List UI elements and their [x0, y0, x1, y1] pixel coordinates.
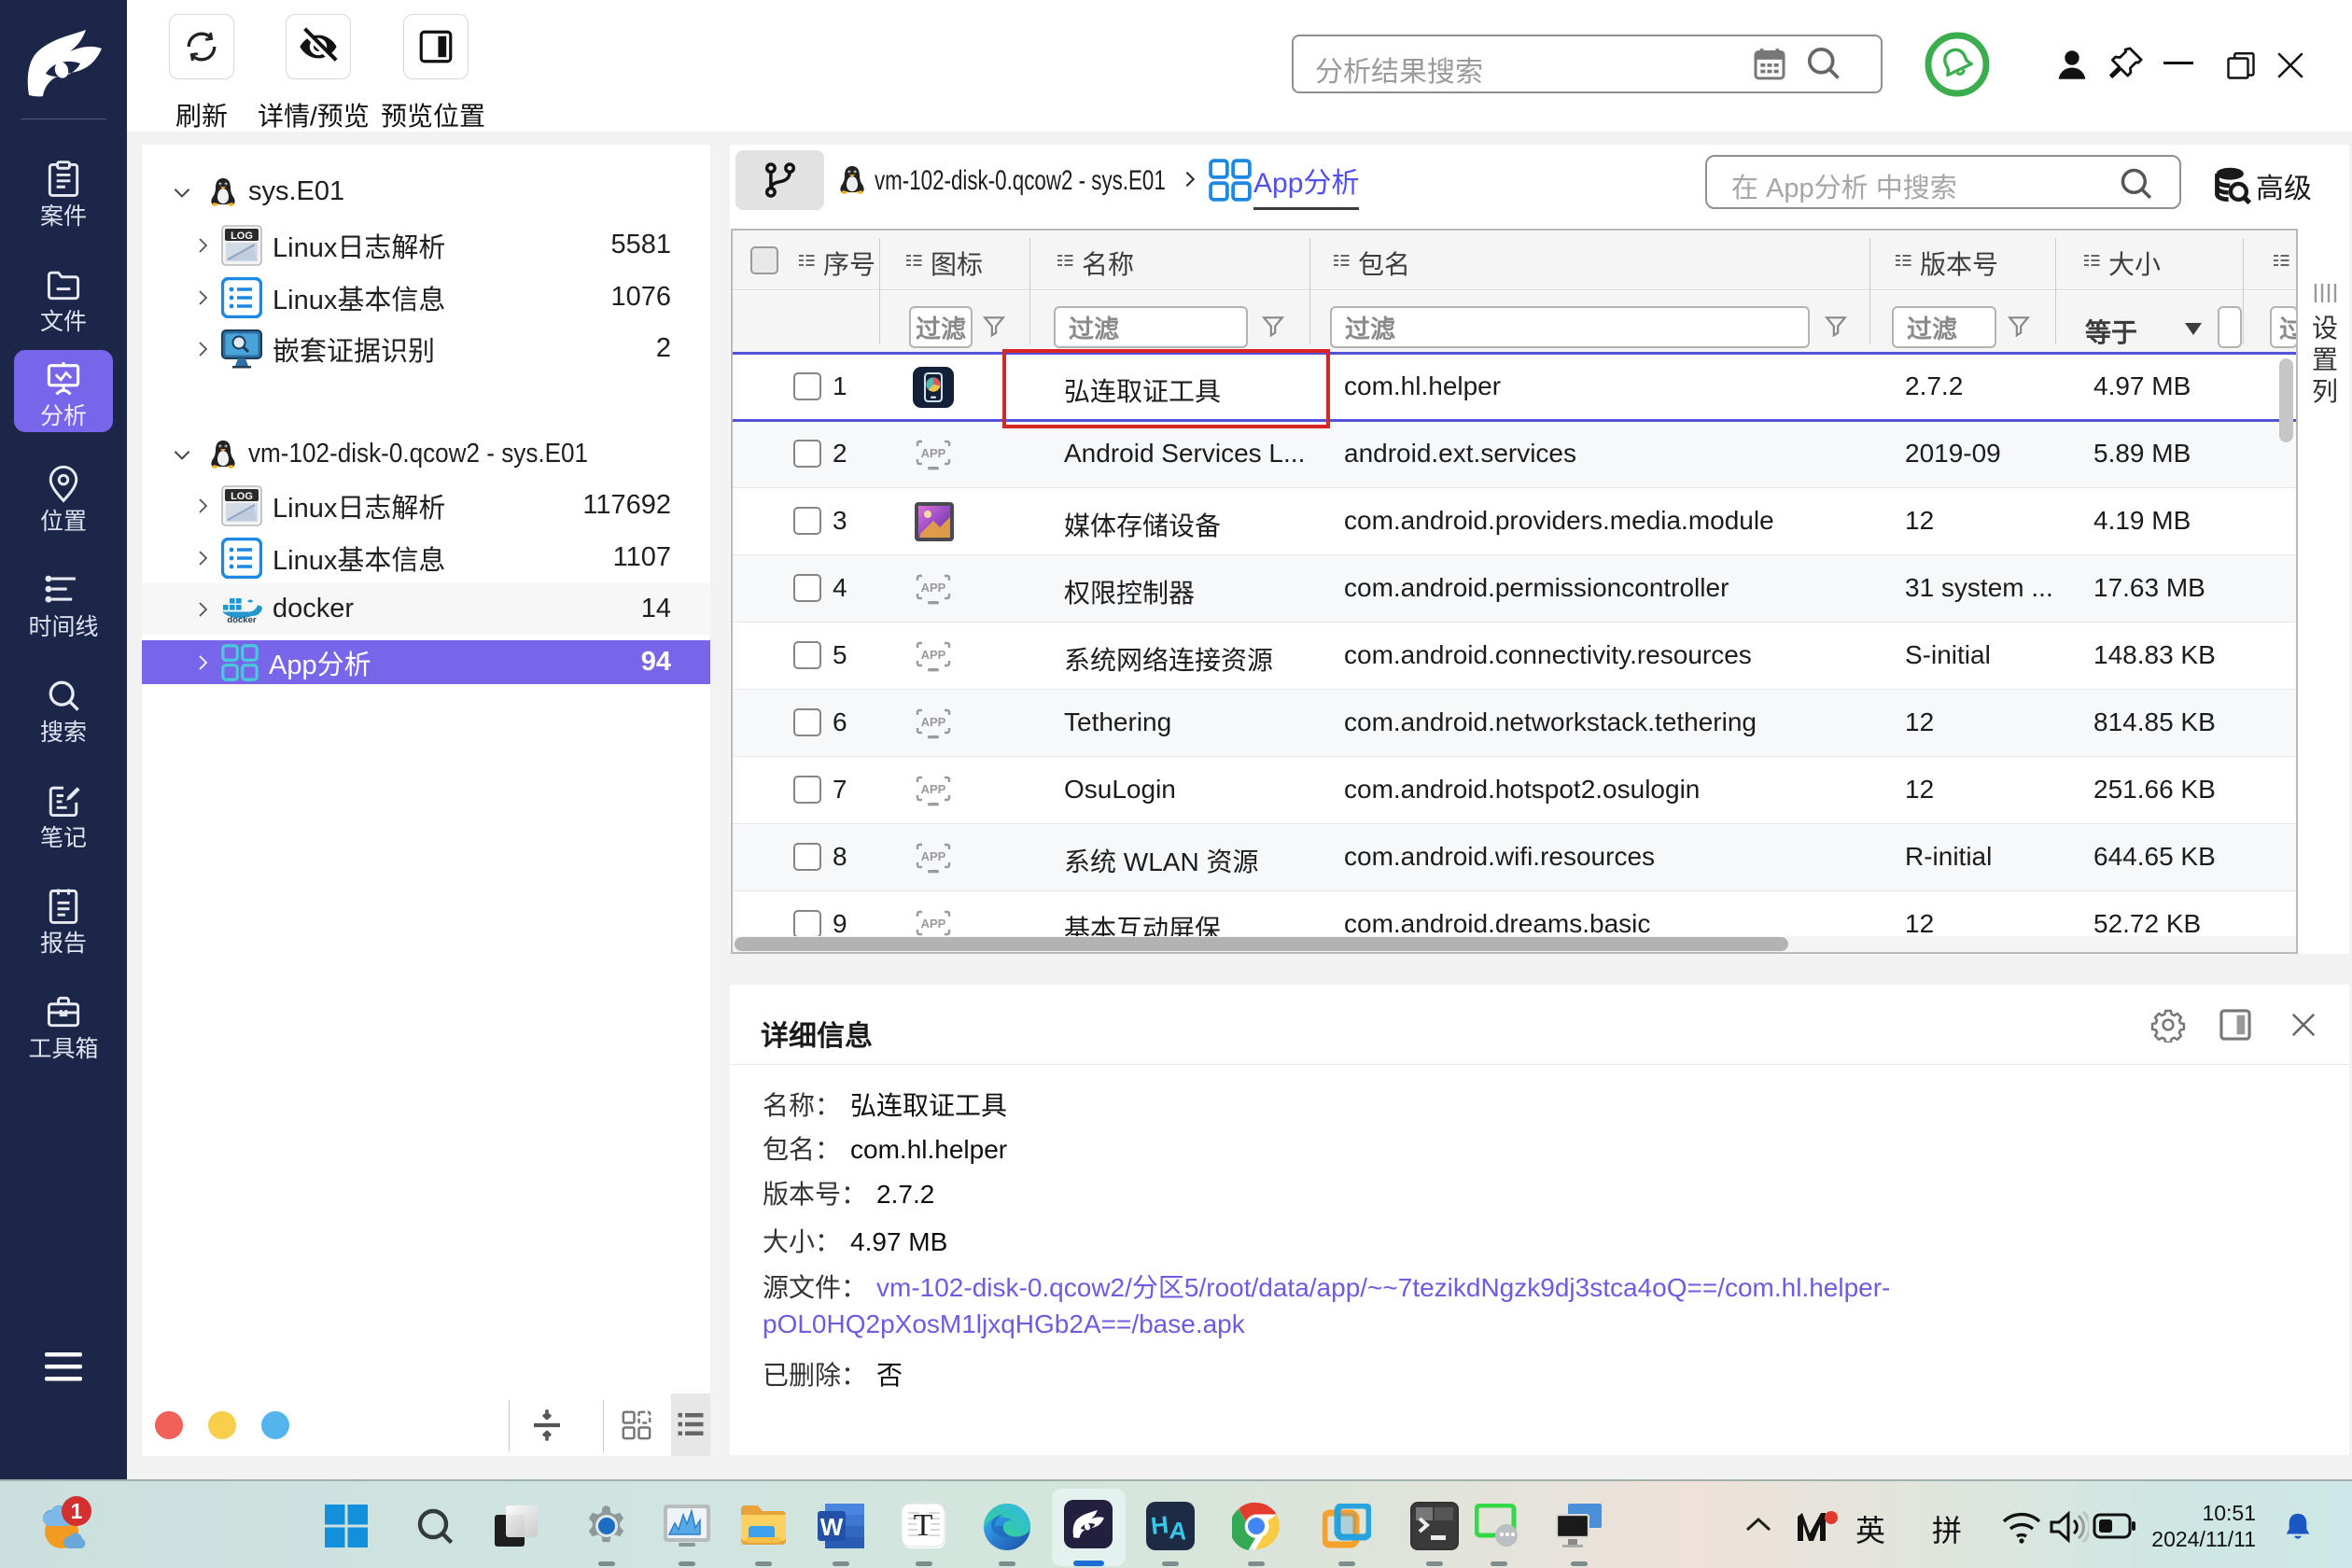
svg-text:A: A [1169, 1516, 1189, 1546]
svg-text:T: T [914, 1508, 933, 1543]
svg-text:H: H [1150, 1510, 1170, 1540]
svg-text:W: W [820, 1513, 844, 1541]
svg-text:1: 1 [71, 1499, 83, 1523]
